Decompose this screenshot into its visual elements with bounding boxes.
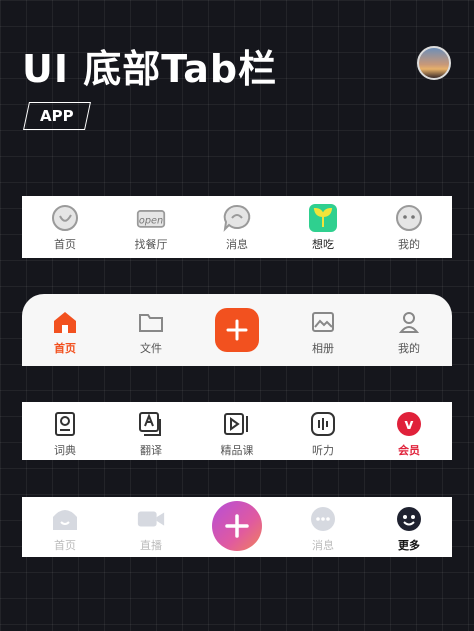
tab-courses[interactable]: 精品课 bbox=[201, 410, 273, 458]
tab-live[interactable]: 直播 bbox=[115, 505, 187, 553]
tab-messages[interactable]: 消息 bbox=[201, 204, 273, 252]
vip-icon: v bbox=[394, 410, 424, 438]
tab-bar-food: 首页 open 找餐厅 消息 想吃 我的 bbox=[22, 196, 452, 258]
tab-album[interactable]: 相册 bbox=[287, 308, 359, 356]
avatar[interactable] bbox=[417, 46, 451, 80]
tab-listening[interactable]: 听力 bbox=[287, 410, 359, 458]
add-button[interactable] bbox=[201, 308, 273, 352]
tab-home[interactable]: 首页 bbox=[29, 204, 101, 252]
video-icon bbox=[222, 410, 252, 438]
tab-home[interactable]: 首页 bbox=[29, 308, 101, 356]
want-to-eat-icon bbox=[308, 204, 338, 232]
dictionary-icon bbox=[50, 410, 80, 438]
tab-bar-live: 首页 直播 消息 更多 bbox=[22, 497, 452, 557]
image-icon bbox=[308, 308, 338, 336]
add-button[interactable] bbox=[201, 501, 273, 551]
tab-messages[interactable]: 消息 bbox=[287, 505, 359, 553]
tab-me[interactable]: 我的 bbox=[373, 204, 445, 252]
home-icon bbox=[50, 505, 80, 533]
tab-bar-dictionary: 词典 翻译 精品课 听力 v 会员 bbox=[22, 402, 452, 460]
page-title: UI 底部Tab栏 bbox=[22, 47, 278, 91]
camera-icon bbox=[136, 505, 166, 533]
plus-icon bbox=[215, 308, 259, 352]
tab-me[interactable]: 我的 bbox=[373, 308, 445, 356]
tab-files[interactable]: 文件 bbox=[115, 308, 187, 356]
tab-home[interactable]: 首页 bbox=[29, 505, 101, 553]
folder-icon bbox=[136, 308, 166, 336]
tab-dictionary[interactable]: 词典 bbox=[29, 410, 101, 458]
app-tag: APP bbox=[23, 102, 91, 130]
chat-icon bbox=[222, 204, 252, 232]
home-icon bbox=[50, 308, 80, 336]
tab-member[interactable]: v 会员 bbox=[373, 410, 445, 458]
user-icon bbox=[394, 308, 424, 336]
svg-text:v: v bbox=[404, 417, 413, 433]
tab-want-to-eat[interactable]: 想吃 bbox=[287, 204, 359, 252]
translate-icon bbox=[136, 410, 166, 438]
open-sign-icon: open bbox=[136, 204, 166, 232]
face-icon bbox=[394, 204, 424, 232]
plus-icon bbox=[212, 501, 262, 551]
svg-text:open: open bbox=[139, 215, 163, 226]
tab-translate[interactable]: 翻译 bbox=[115, 410, 187, 458]
audio-icon bbox=[308, 410, 338, 438]
tab-more[interactable]: 更多 bbox=[373, 505, 445, 553]
home-icon bbox=[50, 204, 80, 232]
smile-icon bbox=[394, 505, 424, 533]
tab-bar-files: 首页 文件 相册 我的 bbox=[22, 294, 452, 366]
chat-icon bbox=[308, 505, 338, 533]
tab-restaurants[interactable]: open 找餐厅 bbox=[115, 204, 187, 252]
